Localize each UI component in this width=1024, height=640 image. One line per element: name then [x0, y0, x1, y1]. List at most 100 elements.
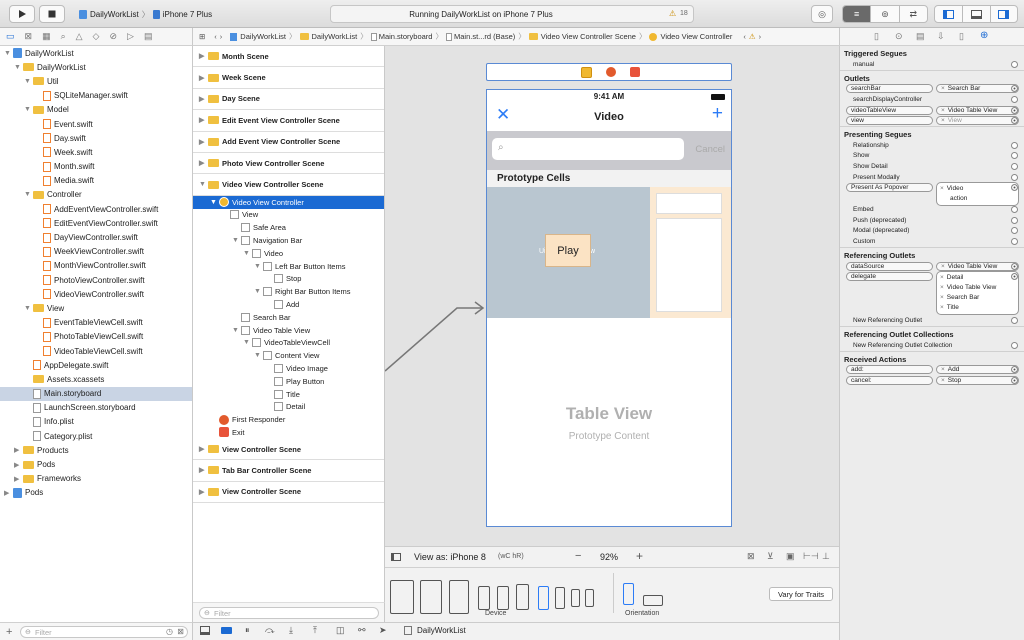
- disclosure-open-icon[interactable]: ▼: [4, 50, 13, 57]
- landscape-icon[interactable]: [643, 595, 663, 606]
- disclosure-closed-icon[interactable]: ▶: [199, 138, 208, 146]
- view-as-label[interactable]: View as: iPhone 8: [414, 552, 486, 562]
- navigator-item[interactable]: ▼ DailyWorkList: [0, 60, 192, 74]
- navigator-item[interactable]: PhotoTableViewCell.swift: [0, 330, 192, 344]
- device-option-icon[interactable]: [585, 589, 594, 607]
- version-editor-button[interactable]: ⇄: [898, 6, 927, 22]
- first-responder-icon[interactable]: [606, 67, 616, 77]
- action-pill[interactable]: cancel:: [846, 375, 933, 385]
- navigator-item[interactable]: ▶ Frameworks: [0, 472, 192, 486]
- disclosure-closed-icon[interactable]: ▶: [14, 475, 23, 483]
- outlet-pill[interactable]: view: [846, 116, 933, 126]
- prev-issue-icon[interactable]: ‹: [743, 32, 746, 41]
- outline-item[interactable]: ▼ Content View: [193, 349, 384, 362]
- outline-item[interactable]: Detail: [193, 400, 384, 413]
- ref-outlet-pill[interactable]: dataSource: [846, 261, 933, 271]
- breakpoints-icon[interactable]: [221, 627, 232, 634]
- connection-circle-icon[interactable]: [1011, 95, 1018, 103]
- navigator-item[interactable]: ▼ View: [0, 301, 192, 315]
- add-icon[interactable]: +: [712, 104, 723, 124]
- disconnect-icon[interactable]: ×: [940, 274, 944, 281]
- breakpoint-icon[interactable]: ▷: [127, 31, 134, 42]
- outline-item[interactable]: ▼ Navigation Bar: [193, 234, 384, 247]
- vary-for-traits-button[interactable]: Vary for Traits: [769, 587, 833, 601]
- disclosure-closed-icon[interactable]: ▶: [199, 116, 208, 124]
- align-icon[interactable]: ▣: [786, 551, 795, 562]
- outline-item[interactable]: Add: [193, 298, 384, 311]
- outline-item[interactable]: ▼ Left Bar Button Items: [193, 260, 384, 273]
- navigator-item[interactable]: EditEventViewController.swift: [0, 216, 192, 230]
- outline-toggle-icon[interactable]: [391, 553, 401, 561]
- breadcrumb-5[interactable]: Video View Controller: [660, 32, 732, 41]
- connections-inspector-icon[interactable]: ⊕: [980, 30, 988, 41]
- navigator-toggle[interactable]: [935, 6, 962, 22]
- navigator-item[interactable]: Assets.xcassets: [0, 372, 192, 386]
- pin-icon[interactable]: ⊢⊣: [803, 551, 819, 562]
- device-option-icon[interactable]: [390, 580, 414, 614]
- navigator-item[interactable]: MonthViewController.swift: [0, 259, 192, 273]
- video-table-view-cell[interactable]: Ui w Play: [487, 187, 731, 318]
- ref-outlet-target-list[interactable]: × Detail × Video Table View × Search Bar × T…: [936, 271, 1019, 316]
- portrait-icon[interactable]: [623, 583, 634, 605]
- connection-circle-icon[interactable]: [1011, 106, 1018, 114]
- disclosure-open-icon[interactable]: ▼: [24, 305, 33, 312]
- navigator-item[interactable]: ▼ Util: [0, 74, 192, 88]
- disclosure-closed-icon[interactable]: ▶: [4, 489, 13, 497]
- navigator-item[interactable]: Info.plist: [0, 415, 192, 429]
- outline-scene[interactable]: ▶ Day Scene: [193, 89, 384, 111]
- disclosure-open-icon[interactable]: ▼: [254, 352, 263, 359]
- step-over-icon[interactable]: ⤼: [265, 625, 275, 636]
- navigator-filter-field[interactable]: ⊖ Filter ◷ ⊠: [20, 626, 188, 638]
- disconnect-icon[interactable]: ×: [940, 304, 944, 311]
- back-icon[interactable]: ‹: [214, 32, 217, 41]
- navigator-item[interactable]: Week.swift: [0, 145, 192, 159]
- outline-scene[interactable]: ▶ Month Scene: [193, 46, 384, 68]
- breadcrumb-1[interactable]: DailyWorkList: [312, 32, 358, 41]
- outline-scene[interactable]: ▼ Video View Controller Scene: [193, 174, 384, 196]
- segue-target-box[interactable]: × Video action: [936, 182, 1019, 207]
- navigator-item[interactable]: Event.swift: [0, 117, 192, 131]
- step-in-icon[interactable]: ⤓: [289, 625, 293, 636]
- test-icon[interactable]: ◇: [93, 31, 100, 42]
- disconnect-icon[interactable]: ×: [941, 263, 945, 270]
- outline-item[interactable]: Stop: [193, 273, 384, 286]
- disclosure-open-icon[interactable]: ▼: [232, 237, 241, 244]
- outline-item[interactable]: ▼ VideoTableViewCell: [193, 337, 384, 350]
- outline-item[interactable]: ▼ Right Bar Button Items: [193, 285, 384, 298]
- outline-item[interactable]: ▼ Video Table View: [193, 324, 384, 337]
- debug-target[interactable]: DailyWorkList: [417, 626, 466, 635]
- navigator-item[interactable]: EventTableViewCell.swift: [0, 316, 192, 330]
- inspector-toggle[interactable]: [989, 6, 1017, 22]
- disclosure-closed-icon[interactable]: ▶: [199, 74, 208, 82]
- connection-circle-icon[interactable]: [1011, 152, 1018, 160]
- outline-item[interactable]: First Responder: [193, 413, 384, 426]
- navigator-item[interactable]: VideoTableViewCell.swift: [0, 344, 192, 358]
- attributes-inspector-icon[interactable]: ⇩: [937, 31, 945, 42]
- assistant-editor-button[interactable]: ⊚: [870, 6, 898, 22]
- folder-icon[interactable]: ▭: [6, 31, 15, 42]
- warning-icon[interactable]: ⚠: [749, 32, 756, 41]
- outlet-target-pill[interactable]: × Video Table View: [936, 105, 1019, 115]
- connection-circle-icon[interactable]: [1011, 317, 1018, 325]
- disclosure-closed-icon[interactable]: ▶: [14, 446, 23, 454]
- disclosure-open-icon[interactable]: ▼: [199, 181, 208, 188]
- file-inspector-icon[interactable]: ▯: [874, 31, 879, 42]
- navigator-item[interactable]: PhotoViewController.swift: [0, 273, 192, 287]
- update-frames-icon[interactable]: ⊠: [747, 551, 755, 562]
- scheme-selector[interactable]: DailyWorkList 〉 iPhone 7 Plus: [79, 6, 212, 22]
- action-pill[interactable]: add:: [846, 365, 933, 375]
- debug-toggle[interactable]: [962, 6, 989, 22]
- navigator-item[interactable]: ▶ Products: [0, 443, 192, 457]
- outline-scene[interactable]: ▶ View Controller Scene: [193, 439, 384, 461]
- related-items-icon[interactable]: ⊞: [199, 32, 205, 41]
- scm-filter-icon[interactable]: ⊠: [177, 627, 184, 636]
- step-out-icon[interactable]: ⤒: [313, 625, 317, 636]
- navigator-item[interactable]: AppDelegate.swift: [0, 358, 192, 372]
- action-target-pill[interactable]: × Stop: [936, 375, 1019, 385]
- outlet-target-pill[interactable]: × Search Bar: [936, 84, 1019, 94]
- device-option-icon[interactable]: [571, 589, 580, 607]
- location-icon[interactable]: ➤: [379, 625, 387, 636]
- disconnect-icon[interactable]: ×: [941, 107, 945, 114]
- size-inspector-icon[interactable]: ▯: [959, 31, 964, 42]
- disconnect-icon[interactable]: ×: [941, 85, 945, 92]
